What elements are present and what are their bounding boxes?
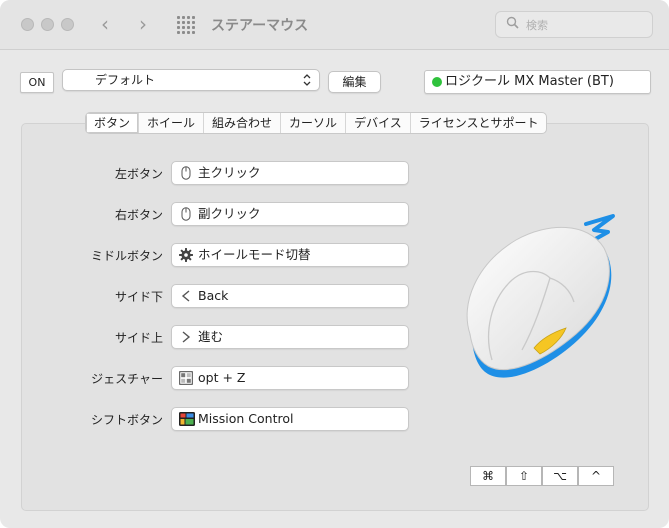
action-value: Back [198,288,229,303]
shift-button-label: シフトボタン [90,413,163,427]
device-name: ロジクール MX Master (BT) [445,74,614,89]
mouse-icon [181,207,191,221]
title-bar: ‹ › ステアーマウス 検索 [0,0,669,50]
edit-button[interactable]: 編集 [328,71,381,93]
action-value: Mission Control [198,411,294,426]
command-key-button[interactable]: ⌘ [470,466,506,486]
mouse-illustration [466,214,615,378]
action-value: 進む [198,329,224,344]
tab-buttons[interactable]: ボタン [86,113,139,133]
search-placeholder: 検索 [526,19,548,32]
gesture-action[interactable]: opt + Z [171,366,409,390]
tab-cursor[interactable]: カーソル [280,113,345,133]
action-value: opt + Z [198,370,246,385]
app-window: ‹ › ステアーマウス 検索 ON デフォルト 編集 ロジクール MX Mast… [0,0,669,528]
tab-combinations[interactable]: 組み合わせ [203,113,280,133]
shift-key-button[interactable]: ⇧ [506,466,542,486]
right-button-label: 右ボタン [114,208,163,222]
chevron-left-icon [181,290,190,302]
control-key-button[interactable]: ^ [578,466,614,486]
side-lower-action[interactable]: Back [171,284,409,308]
tab-license-support[interactable]: ライセンスとサポート [409,113,547,133]
option-key-button[interactable]: ⌥ [542,466,578,486]
gesture-label: ジェスチャー [91,372,163,386]
middle-button-label: ミドルボタン [90,249,163,263]
side-lower-label: サイド下 [114,290,163,304]
back-nav-icon[interactable]: ‹ [101,12,109,36]
show-all-grid-icon[interactable] [177,16,195,34]
window-title: ステアーマウス [211,18,309,34]
side-upper-action[interactable]: 進む [171,325,409,349]
action-value: 副クリック [198,206,261,221]
chevron-updown-icon [303,70,311,98]
chevron-right-icon [182,331,191,343]
gear-icon [179,248,193,262]
zoom-window-button[interactable] [61,18,74,31]
search-field[interactable]: 検索 [495,11,653,38]
gesture-icon [179,371,193,385]
action-value: ホイールモード切替 [198,247,311,262]
minimize-window-button[interactable] [41,18,54,31]
preset-value: デフォルト [95,73,156,87]
left-button-action[interactable]: 主クリック [171,161,409,185]
on-toggle-button[interactable]: ON [20,72,54,93]
tab-bar: ボタン ホイール 組み合わせ カーソル デバイス ライセンスとサポート [85,112,548,134]
side-upper-label: サイド上 [114,331,163,345]
left-button-label: 左ボタン [114,167,163,181]
preset-select[interactable]: デフォルト [62,69,320,91]
mission-control-icon [179,412,195,426]
mouse-icon [181,166,191,180]
close-window-button[interactable] [21,18,34,31]
tab-devices[interactable]: デバイス [345,113,410,133]
middle-button-action[interactable]: ホイールモード切替 [171,243,409,267]
search-icon [506,16,519,33]
action-value: 主クリック [198,165,261,180]
connection-status-dot [432,77,442,87]
shift-button-action[interactable]: Mission Control [171,407,409,431]
tab-wheel[interactable]: ホイール [138,113,203,133]
forward-nav-icon[interactable]: › [139,12,147,36]
device-selector[interactable]: ロジクール MX Master (BT) [424,70,651,94]
right-button-action[interactable]: 副クリック [171,202,409,226]
